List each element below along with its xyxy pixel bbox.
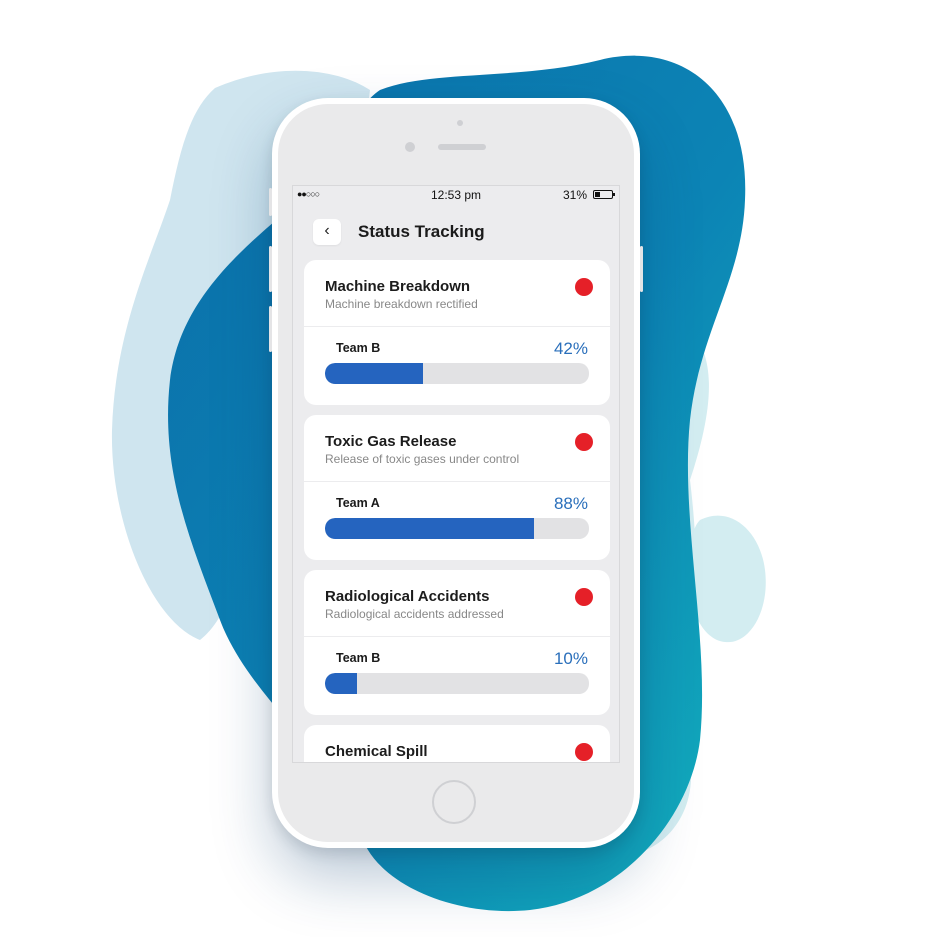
back-button[interactable]: ‹ — [313, 219, 341, 245]
volume-up-button — [269, 246, 272, 292]
incident-card-header: Machine Breakdown Machine breakdown rect… — [304, 260, 610, 327]
app-screen: ●●○○○ 12:53 pm 31% ‹ Status Tracking Mac… — [292, 185, 620, 763]
incident-card-header: Radiological Accidents Radiological acci… — [304, 570, 610, 637]
incident-subtitle: Release of toxic gases under control — [325, 452, 520, 466]
team-label: Team A — [336, 496, 380, 510]
progress-percent: 42% — [553, 339, 588, 358]
light-blob-small — [687, 515, 766, 643]
status-bar: ●●○○○ 12:53 pm 31% — [293, 186, 619, 204]
progress-percent: 10% — [553, 649, 588, 668]
progress-track — [325, 518, 589, 539]
incident-subtitle: Radiological accidents addressed — [325, 607, 504, 621]
incident-card[interactable]: Toxic Gas Release Release of toxic gases… — [304, 415, 610, 560]
battery-fill — [595, 192, 600, 197]
front-camera — [405, 142, 415, 152]
incident-card[interactable]: Machine Breakdown Machine breakdown rect… — [304, 260, 610, 405]
incident-card[interactable]: Chemical Spill — [304, 725, 610, 762]
team-label: Team B — [336, 651, 381, 665]
progress-fill — [325, 518, 534, 539]
progress-fill — [325, 363, 423, 384]
progress-track — [325, 363, 589, 384]
team-label: Team B — [336, 341, 381, 355]
incident-title: Radiological Accidents — [325, 588, 490, 605]
page-header: ‹ Status Tracking — [293, 216, 619, 248]
status-indicator — [575, 743, 593, 761]
progress-fill — [325, 673, 357, 694]
status-indicator — [575, 433, 593, 451]
incident-subtitle: Machine breakdown rectified — [325, 297, 478, 311]
incident-card-header: Chemical Spill — [304, 725, 610, 762]
status-indicator — [575, 278, 593, 296]
mute-switch — [269, 188, 272, 216]
power-button — [640, 246, 643, 292]
page-title: Status Tracking — [358, 222, 485, 241]
incident-title: Chemical Spill — [325, 743, 428, 760]
chevron-left-icon: ‹ — [324, 222, 330, 239]
battery-percentage: 31% — [562, 188, 587, 202]
progress-percent: 88% — [553, 494, 588, 513]
progress-track — [325, 673, 589, 694]
incident-card-header: Toxic Gas Release Release of toxic gases… — [304, 415, 610, 482]
incident-title: Toxic Gas Release — [325, 433, 457, 450]
incident-card[interactable]: Radiological Accidents Radiological acci… — [304, 570, 610, 715]
volume-down-button — [269, 306, 272, 352]
battery-icon — [593, 190, 615, 199]
home-button[interactable] — [432, 780, 476, 824]
proximity-sensor — [457, 120, 463, 126]
earpiece-speaker — [438, 144, 486, 150]
status-indicator — [575, 588, 593, 606]
incident-title: Machine Breakdown — [325, 278, 471, 295]
